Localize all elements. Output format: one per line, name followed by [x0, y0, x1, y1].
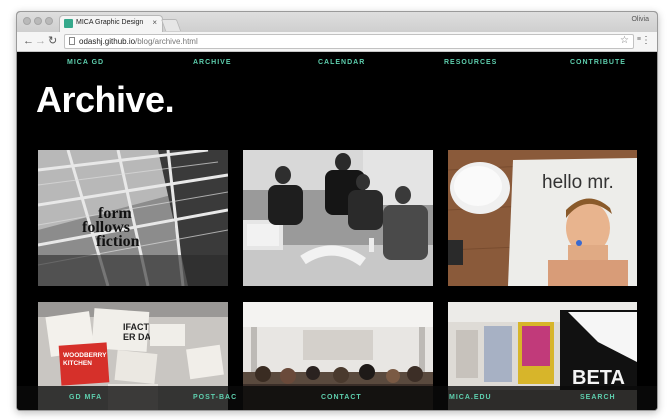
thumb-form-follows-fiction[interactable]: form follows fiction [38, 150, 228, 286]
url-path: /blog/archive.html [135, 37, 198, 46]
bottom-nav: GD MFA POST-BAC CONTACT MICA.EDU SEARCH [17, 386, 657, 410]
back-arrow-icon[interactable]: ← [23, 35, 34, 47]
minimize-window-button[interactable] [34, 17, 42, 25]
svg-text:WOODBERRY: WOODBERRY [63, 352, 107, 359]
footer-contact[interactable]: CONTACT [321, 394, 362, 401]
thumb-studio-group[interactable] [243, 150, 433, 286]
address-bar[interactable]: odashj.github.io/blog/archive.html ☆ [64, 34, 634, 49]
tab-strip: MICA Graphic Design × Olivia [17, 12, 657, 33]
browser-window: MICA Graphic Design × Olivia ← → ↻ odash… [16, 11, 658, 411]
footer-post-bac[interactable]: POST-BAC [193, 394, 237, 401]
thumb-hello-mr[interactable]: hello mr. [448, 150, 637, 286]
url-host: odashj.github.io [79, 37, 136, 46]
svg-text:hello mr.: hello mr. [542, 172, 614, 193]
nav-archive[interactable]: ARCHIVE [193, 59, 232, 66]
forward-arrow-icon[interactable]: → [35, 35, 46, 47]
svg-text:fiction: fiction [96, 233, 140, 250]
nav-calendar[interactable]: CALENDAR [318, 59, 365, 66]
studio-group-image [243, 150, 433, 286]
nav-contribute[interactable]: CONTRIBUTE [570, 59, 626, 66]
hello-mr-image: hello mr. [448, 150, 637, 286]
browser-menu-icon[interactable]: ⋮ [641, 35, 651, 46]
svg-text:IFACT: IFACT [123, 322, 150, 332]
new-tab-button[interactable] [160, 19, 182, 31]
page-title: Archive. [36, 79, 175, 120]
zoom-window-button[interactable] [45, 17, 53, 25]
svg-text:KITCHEN: KITCHEN [63, 360, 92, 367]
bookmark-star-icon[interactable]: ☆ [620, 35, 629, 46]
tab-close-icon[interactable]: × [152, 18, 157, 27]
profile-name[interactable]: Olivia [631, 16, 649, 23]
close-window-button[interactable] [23, 17, 31, 25]
top-nav: MICA GD ARCHIVE CALENDAR RESOURCES CONTR… [17, 52, 657, 76]
web-page: MICA GD ARCHIVE CALENDAR RESOURCES CONTR… [17, 52, 657, 410]
form-follows-fiction-image: form follows fiction [38, 150, 228, 286]
reload-icon[interactable]: ↻ [48, 35, 57, 47]
url-text[interactable]: odashj.github.io/blog/archive.html [79, 37, 198, 46]
footer-mica-edu[interactable]: MICA.EDU [449, 394, 492, 401]
nav-resources[interactable]: RESOURCES [444, 59, 497, 66]
favicon-icon [64, 19, 73, 28]
tab-title: MICA Graphic Design [76, 19, 144, 26]
nav-mica-gd[interactable]: MICA GD [67, 59, 104, 66]
page-info-icon[interactable] [69, 37, 75, 45]
browser-tab[interactable]: MICA Graphic Design × [59, 15, 163, 32]
browser-toolbar: ← → ↻ odashj.github.io/blog/archive.html… [17, 32, 657, 52]
footer-search[interactable]: SEARCH [580, 394, 616, 401]
footer-gd-mfa[interactable]: GD MFA [69, 394, 102, 401]
